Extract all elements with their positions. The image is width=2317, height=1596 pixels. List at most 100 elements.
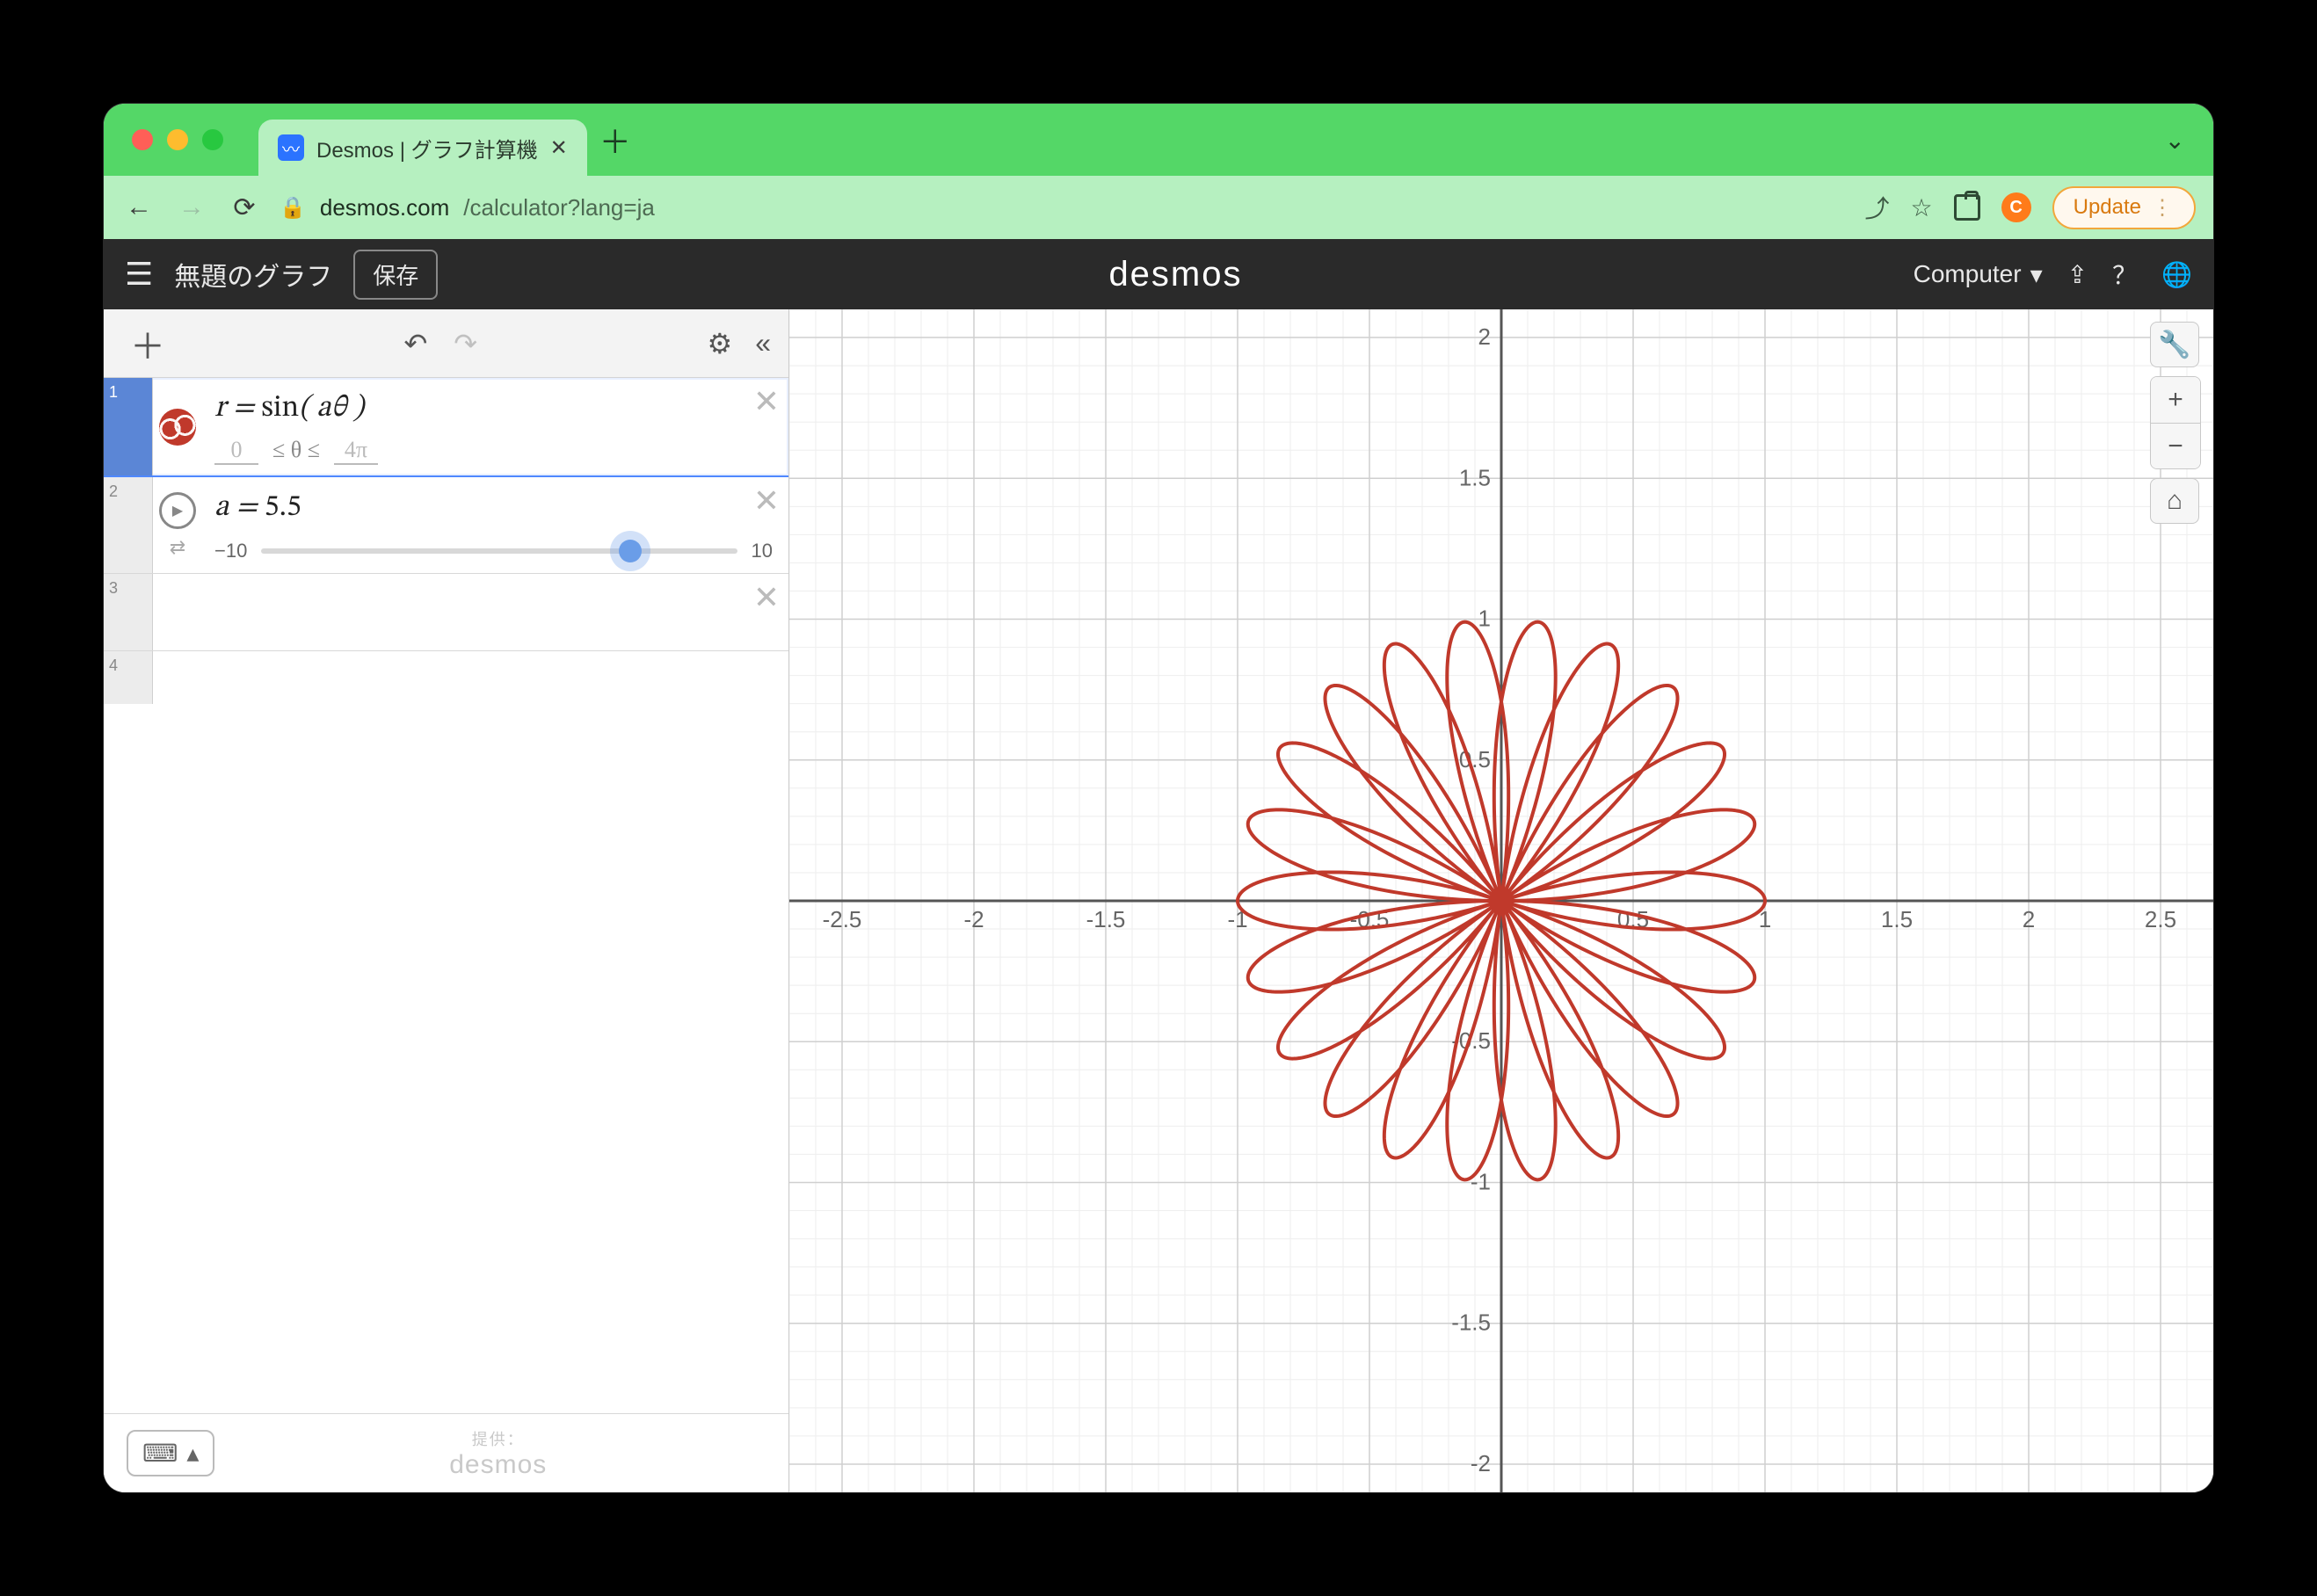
zoom-out-button[interactable]: − [2151, 423, 2200, 468]
row-index: 2 [104, 477, 153, 573]
graph-pane[interactable]: -2.5-2-1.5-1-0.50.511.522.5-2-1.5-1-0.50… [789, 309, 2213, 1492]
save-button[interactable]: 保存 [353, 250, 438, 300]
expression-sidebar: ＋ ↶ ↷ ⚙ « 1 r = [104, 309, 789, 1492]
update-button[interactable]: Update ⋮ [2052, 186, 2196, 229]
home-zoom-button[interactable]: ⌂ [2150, 478, 2199, 524]
provided-by: 提供： desmos [449, 1427, 547, 1480]
domain-high-field[interactable]: 4π [334, 437, 378, 465]
site-favicon-icon: 〰 [278, 134, 304, 161]
browser-window: 〰 Desmos | グラフ計算機 ✕ ＋ ⌄ ← → ⟳ 🔒 desmos.c… [104, 104, 2213, 1492]
tab-title: Desmos | グラフ計算機 [316, 133, 538, 163]
extensions-icon[interactable] [1954, 194, 1980, 221]
svg-text:-2: -2 [963, 906, 984, 932]
slider-min-label[interactable]: −10 [214, 540, 247, 562]
slider-line: −10 10 [214, 540, 773, 562]
graph-settings-button[interactable]: 🔧 [2150, 322, 2199, 367]
browser-tab[interactable]: 〰 Desmos | グラフ計算機 ✕ [258, 120, 587, 176]
sidebar-footer: ⌨ ▴ 提供： desmos [104, 1413, 788, 1492]
profile-avatar[interactable]: C [2001, 192, 2031, 222]
window-close-button[interactable] [132, 129, 153, 150]
zoom-in-button[interactable]: + [2151, 377, 2200, 423]
hamburger-menu-button[interactable]: ☰ [125, 256, 153, 293]
provided-brand: desmos [449, 1450, 547, 1480]
undo-redo-group: ↶ ↷ [403, 327, 477, 360]
address-bar-actions: ⤴ ☆ C Update ⋮ [1864, 186, 2196, 229]
tab-overflow-button[interactable]: ⌄ [2165, 126, 2192, 155]
update-label: Update [2074, 195, 2141, 220]
delete-row-button[interactable]: ✕ [753, 383, 780, 420]
expression-math[interactable]: a = 5.5 [214, 490, 773, 527]
slider-play-button[interactable]: ▶ [159, 492, 196, 529]
home-icon: ⌂ [2167, 486, 2183, 516]
language-label: Computer [1914, 260, 2022, 288]
bookmark-icon[interactable]: ☆ [1911, 193, 1933, 222]
svg-text:-1.5: -1.5 [1451, 1309, 1491, 1336]
forward-button[interactable]: → [174, 192, 209, 222]
window-fullscreen-button[interactable] [202, 129, 223, 150]
slider-thumb[interactable] [619, 540, 642, 562]
expression-math[interactable]: r = sin( aθ ) [214, 390, 773, 428]
expression-body[interactable] [153, 651, 788, 704]
expression-body[interactable]: a = 5.5 −10 10 [202, 477, 788, 573]
url-path: /calculator?lang=ja [463, 194, 655, 221]
graph-title[interactable]: 無題のグラフ [174, 255, 332, 294]
back-button[interactable]: ← [121, 192, 156, 222]
domain-low-field[interactable]: 0 [214, 437, 258, 465]
brand-logo: desmos [459, 255, 1892, 294]
lock-icon: 🔒 [280, 195, 306, 221]
keyboard-icon: ⌨ [142, 1439, 178, 1468]
reload-button[interactable]: ⟳ [227, 192, 262, 223]
graph-canvas[interactable]: -2.5-2-1.5-1-0.50.511.522.5-2-1.5-1-0.50… [789, 309, 2213, 1492]
collapse-sidebar-button[interactable]: « [755, 327, 771, 360]
settings-gear-icon[interactable]: ⚙ [708, 327, 733, 360]
slider-track[interactable] [261, 548, 737, 554]
slider-max-label[interactable]: 10 [752, 540, 773, 562]
expression-body[interactable] [153, 574, 788, 650]
share-graph-button[interactable]: ⇪ [2067, 260, 2088, 289]
undo-button[interactable]: ↶ [403, 327, 427, 360]
svg-text:2: 2 [1478, 323, 1491, 350]
svg-text:1.5: 1.5 [1881, 906, 1913, 932]
url-host: desmos.com [320, 194, 449, 221]
svg-text:-2: -2 [1471, 1450, 1491, 1476]
slider-play-group: ▶ ⇄ [153, 477, 202, 573]
svg-text:1.5: 1.5 [1459, 464, 1491, 490]
domain-mid-label: ≤ θ ≤ [272, 437, 320, 463]
delete-row-button[interactable]: ✕ [753, 482, 780, 519]
delete-row-button[interactable]: ✕ [753, 579, 780, 616]
svg-text:1: 1 [1478, 606, 1491, 632]
slider-loop-mode-button[interactable]: ⇄ [170, 536, 185, 559]
expression-row[interactable]: 2 ▶ ⇄ a = 5.5 −10 [104, 477, 788, 574]
window-minimize-button[interactable] [167, 129, 188, 150]
row-index: 4 [104, 651, 153, 704]
tab-close-button[interactable]: ✕ [550, 135, 568, 161]
add-expression-button[interactable]: ＋ [121, 318, 174, 369]
help-button[interactable]: ？ [2112, 257, 2137, 292]
graph-controls: 🔧 + − ⌂ [2150, 322, 2201, 524]
sidebar-toolbar: ＋ ↶ ↷ ⚙ « [104, 309, 788, 378]
svg-text:-2.5: -2.5 [823, 906, 862, 932]
svg-text:2: 2 [2023, 906, 2035, 932]
share-icon[interactable]: ⤴ [1864, 190, 1889, 225]
zoom-group: + − [2150, 376, 2201, 469]
expression-color-badge[interactable] [153, 378, 202, 475]
keyboard-toggle-button[interactable]: ⌨ ▴ [127, 1430, 214, 1476]
expression-row[interactable]: 1 r = sin( aθ ) 0 ≤ θ ≤ 4π [104, 378, 788, 477]
new-tab-button[interactable]: ＋ [599, 117, 631, 163]
expression-row[interactable]: 4 [104, 651, 788, 704]
header-right: Computer ▾ ⇪ ？ 🌐 [1914, 257, 2192, 292]
redo-button[interactable]: ↷ [454, 327, 477, 360]
expression-body[interactable]: r = sin( aθ ) 0 ≤ θ ≤ 4π [202, 378, 788, 475]
globe-button[interactable]: 🌐 [2161, 260, 2192, 289]
expression-row[interactable]: 3 ✕ [104, 574, 788, 651]
tab-strip: 〰 Desmos | グラフ計算機 ✕ ＋ ⌄ [104, 104, 2213, 176]
url-field[interactable]: 🔒 desmos.com/calculator?lang=ja [280, 194, 1847, 221]
caret-up-icon: ▴ [186, 1439, 199, 1468]
plus-icon: + [2168, 385, 2183, 415]
address-bar: ← → ⟳ 🔒 desmos.com/calculator?lang=ja ⤴ … [104, 176, 2213, 239]
svg-text:2.5: 2.5 [2145, 906, 2176, 932]
domain-line[interactable]: 0 ≤ θ ≤ 4π [214, 437, 773, 465]
language-dropdown[interactable]: Computer ▾ [1914, 260, 2043, 289]
row-index: 1 [104, 378, 153, 475]
expression-list: 1 r = sin( aθ ) 0 ≤ θ ≤ 4π [104, 378, 788, 1413]
